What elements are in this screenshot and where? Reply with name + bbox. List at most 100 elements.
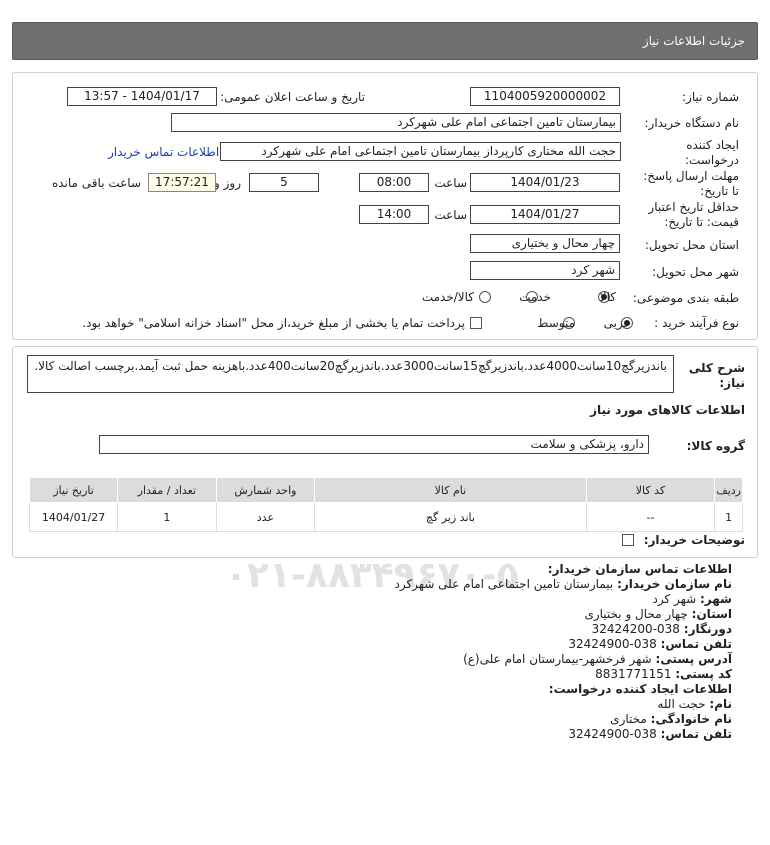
- reply-date-field: 1404/01/23: [470, 173, 620, 192]
- need-number-field: 1104005920000002: [470, 87, 620, 106]
- reply-deadline-label-2: تا تاریخ:: [700, 184, 739, 198]
- contact-line-value: بیمارستان تامین اجتماعی امام علی شهرکرد: [394, 577, 614, 591]
- city-field: شهر کرد: [470, 261, 620, 280]
- need-number-label: شماره نیاز:: [682, 90, 739, 104]
- goods-panel: شرح کلی نیاز: باندزیرگچ10سانت4000عدد.بان…: [12, 346, 758, 558]
- reply-time-field: 08:00: [359, 173, 429, 192]
- days-label: روز و: [214, 176, 241, 190]
- contact-line-value: چهار محال و بختیاری: [584, 607, 688, 621]
- creator-line-key: تلفن تماس:: [660, 727, 732, 741]
- col-row-number: ردیف: [714, 477, 743, 503]
- creator-line-key: نام خانوادگی:: [650, 712, 732, 726]
- announce-label: تاریخ و ساعت اعلان عمومی:: [220, 90, 365, 104]
- contact-line-value: 8831771151: [595, 667, 672, 681]
- col-unit: واحد شمارش: [215, 477, 316, 503]
- creator-field: حجت الله مختاری کارپرداز بیمارستان تامین…: [220, 142, 621, 161]
- contact-line-key: کد پستی:: [675, 667, 732, 681]
- description-text: باندزیرگچ10سانت4000عدد.باندزیرگچ15سانت30…: [27, 355, 674, 393]
- contact-line-value: شهر کرد: [652, 592, 697, 606]
- treasury-payment-checkbox[interactable]: [470, 317, 482, 329]
- reply-time-label: ساعت: [434, 176, 467, 190]
- city-label: شهر محل تحویل:: [652, 265, 739, 279]
- creator-line: نام خانوادگی: مختاری: [32, 712, 732, 727]
- creator-line: نام: حجت الله: [32, 697, 732, 712]
- page-header: جزئیات اطلاعات نیاز: [12, 22, 758, 60]
- category-goods-service-radio[interactable]: [479, 291, 491, 303]
- days-field: 5: [249, 173, 319, 192]
- description-label-2: نیاز:: [719, 376, 745, 390]
- contact-line-key: نام سازمان خریدار:: [617, 577, 732, 591]
- announce-field: 1404/01/17 - 13:57: [67, 87, 217, 106]
- creator-info-lines: نام: حجت الله نام خانوادگی: مختاری تلفن تم…: [32, 697, 732, 742]
- process-label: نوع فرآیند خرید :: [654, 316, 739, 330]
- province-field: چهار محال و بختیاری: [470, 234, 620, 253]
- goods-group-field: دارو، پزشکی و سلامت: [99, 435, 649, 454]
- col-item-name: نام کالا: [314, 477, 587, 503]
- contact-line-key: دورنگار:: [683, 622, 732, 636]
- cell-need-date: 1404/01/27: [28, 502, 119, 532]
- creator-info-title: اطلاعات ایجاد کننده درخواست:: [548, 682, 732, 696]
- cell-row-number: 1: [714, 502, 743, 532]
- contact-line: دورنگار: 038-32424200: [32, 622, 732, 637]
- validity-label-2: قیمت: تا تاریخ:: [664, 215, 739, 229]
- table-header-row: ردیف کد کالا نام کالا واحد شمارش تعداد /…: [28, 477, 743, 503]
- category-goods-label: کالا: [599, 290, 616, 304]
- contact-line-key: استان:: [691, 607, 732, 621]
- contact-section: اطلاعات تماس سازمان خریدار: نام سازمان خ…: [32, 562, 732, 742]
- contact-line: شهر: شهر کرد: [32, 592, 732, 607]
- goods-table: ردیف کد کالا نام کالا واحد شمارش تعداد /…: [28, 477, 743, 532]
- cell-quantity: 1: [117, 502, 217, 532]
- creator-line: تلفن تماس: 038-32424900: [32, 727, 732, 742]
- cell-unit: عدد: [215, 502, 316, 532]
- validity-time-field: 14:00: [359, 205, 429, 224]
- remaining-time-field: 17:57:21: [148, 173, 216, 192]
- creator-line-key: نام:: [709, 697, 732, 711]
- reply-deadline-label: مهلت ارسال پاسخ:: [643, 169, 739, 183]
- contact-line: آدرس پستی: شهر فرخشهر-بیمارستان امام علی…: [32, 652, 732, 667]
- category-service-label: خدمت: [519, 290, 551, 304]
- validity-label: حداقل تاریخ اعتبار: [648, 200, 739, 214]
- treasury-payment-note: پرداخت تمام یا بخشی از مبلغ خرید،از محل …: [82, 316, 465, 330]
- process-minor-label: جزیی: [603, 316, 631, 330]
- contact-line: کد پستی: 8831771151: [32, 667, 732, 682]
- validity-date-field: 1404/01/27: [470, 205, 620, 224]
- category-goods-service-label: کالا/خدمت: [421, 290, 474, 304]
- buyer-notes-label: توضیحات خریدار:: [643, 533, 745, 547]
- cell-item-name: باند زیر گچ: [314, 502, 587, 532]
- creator-line-value: 038-32424900: [568, 727, 657, 741]
- buyer-org-field: بیمارستان تامین اجتماعی امام علی شهرکرد: [171, 113, 621, 132]
- description-label: شرح کلی: [688, 361, 745, 375]
- need-info-panel: شماره نیاز: 1104005920000002 تاریخ و ساع…: [12, 72, 758, 340]
- contact-title: اطلاعات تماس سازمان خریدار:: [547, 562, 732, 576]
- buyer-org-label: نام دستگاه خریدار:: [644, 116, 740, 130]
- contact-line-value: شهر فرخشهر-بیمارستان امام علی(ع): [463, 652, 652, 666]
- contact-lines: نام سازمان خریدار: بیمارستان تامین اجتما…: [32, 577, 732, 682]
- cell-item-code: --: [585, 502, 716, 532]
- creator-label: ایجاد کننده: [686, 138, 739, 152]
- col-need-date: تاریخ نیاز: [28, 477, 119, 503]
- col-item-code: کد کالا: [585, 477, 716, 503]
- table-row: 1 -- باند زیر گچ عدد 1 1404/01/27: [28, 502, 743, 532]
- contact-line-value: 038-32424200: [591, 622, 680, 636]
- creator-line-value: حجت الله: [657, 697, 706, 711]
- page-title: جزئیات اطلاعات نیاز: [642, 34, 745, 48]
- buyer-contact-link[interactable]: اطلاعات تماس خریدار: [108, 145, 219, 159]
- goods-section-title: اطلاعات کالاهای مورد نیاز: [590, 403, 745, 417]
- goods-group-label: گروه کالا:: [686, 439, 745, 453]
- contact-line: نام سازمان خریدار: بیمارستان تامین اجتما…: [32, 577, 732, 592]
- process-medium-label: متوسط: [537, 316, 575, 330]
- contact-line-key: شهر:: [700, 592, 732, 606]
- validity-time-label: ساعت: [434, 208, 467, 222]
- contact-line: استان: چهار محال و بختیاری: [32, 607, 732, 622]
- contact-line-key: تلفن تماس:: [660, 637, 732, 651]
- category-label: طبقه بندی موضوعی:: [632, 291, 739, 305]
- province-label: استان محل تحویل:: [644, 238, 739, 252]
- buyer-notes-checkbox[interactable]: [622, 534, 634, 546]
- creator-label-2: درخواست:: [685, 153, 739, 167]
- contact-line-value: 038-32424900: [568, 637, 657, 651]
- contact-line: تلفن تماس: 038-32424900: [32, 637, 732, 652]
- col-quantity: تعداد / مقدار: [117, 477, 217, 503]
- contact-line-key: آدرس پستی:: [655, 652, 732, 666]
- creator-line-value: مختاری: [610, 712, 647, 726]
- remaining-label: ساعت باقی مانده: [51, 176, 141, 190]
